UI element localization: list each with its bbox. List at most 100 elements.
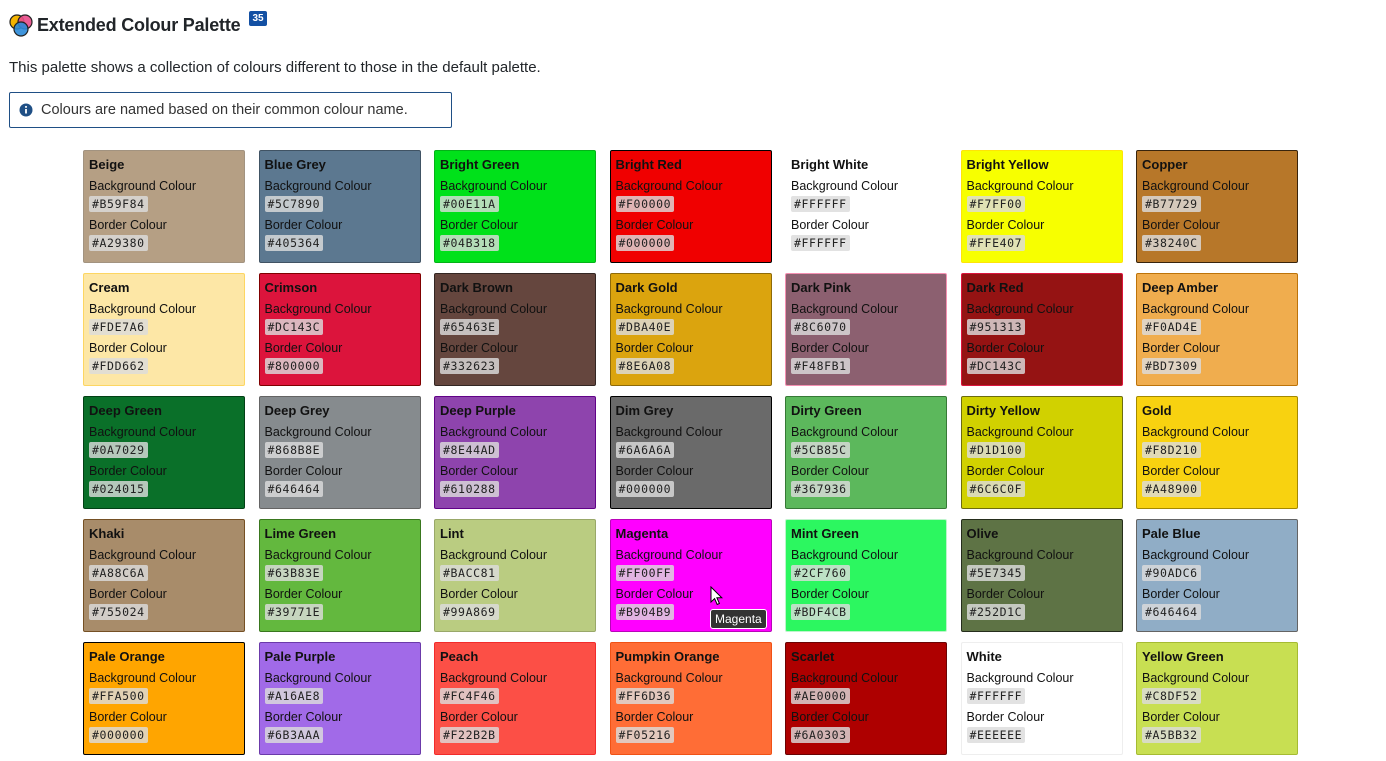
colour-card-deep-grey[interactable]: Deep Grey Background Colour #868B8E Border … [258,396,421,509]
border-colour-label: Border Colour [440,464,518,478]
colour-card-deep-green[interactable]: Deep Green Background Colour #0A7029 Border… [83,396,245,509]
border-colour-label: Border Colour [966,341,1045,355]
colour-name: Deep Grey [264,403,330,418]
colour-card-lime-green[interactable]: Lime Green Background Colour #63B83E Border… [258,519,421,632]
background-colour-label: Background Colour [264,179,372,193]
border-colour-label: Border Colour [615,464,694,478]
colour-card-copper[interactable]: Copper Background Colour #B77729 Border Col… [1136,150,1298,263]
colour-card-mint-green[interactable]: Mint Green Background Colour #2CF760 Border… [785,519,947,632]
border-colour-hex: #A5BB32 [1142,727,1201,743]
colour-card-dirty-yellow[interactable]: Dirty Yellow Background Colour #D1D100 Bord… [960,396,1123,509]
background-colour-hex: #DBA40E [615,319,675,335]
background-colour-hex: #BACC81 [440,565,499,581]
background-colour-hex: #90ADC6 [1142,565,1201,581]
border-colour-hex: #A29380 [89,235,148,251]
border-colour-hex: #800000 [264,358,324,374]
border-colour-label: Border Colour [615,218,694,232]
colour-card-blue-grey[interactable]: Blue Grey Background Colour #5C7890 Border … [258,150,421,263]
border-colour-hex: #BD7309 [1142,358,1201,374]
background-colour-label: Background Colour [1142,302,1250,316]
colour-card-peach[interactable]: Peach Background Colour #FC4F46 Border Colo… [434,642,596,755]
border-colour-hex: #04B318 [440,235,499,251]
colour-card-khaki[interactable]: Khaki Background Colour #A88C6A Border Colo… [83,519,245,632]
colour-name: Mint Green [791,526,859,541]
background-colour-hex: #00E11A [440,196,499,212]
border-colour-hex: #99A869 [440,604,499,620]
background-colour-hex: #2CF760 [791,565,850,581]
colour-name: Dark Red [966,280,1024,295]
border-colour-hex: #F22B2B [440,727,499,743]
border-colour-label: Border Colour [89,587,167,601]
background-colour-hex: #63B83E [264,565,324,581]
colour-card-dim-grey[interactable]: Dim Grey Background Colour #6A6A6A Border C… [609,396,772,509]
colour-name: Bright White [791,157,869,172]
background-colour-hex: #F00000 [615,196,675,212]
colour-card-cream[interactable]: Cream Background Colour #FDE7A6 Border Colo… [83,273,245,386]
colour-name: Peach [440,649,479,664]
colour-card-bright-green[interactable]: Bright Green Background Colour #00E11A Bord… [434,150,596,263]
colour-card-bright-red[interactable]: Bright Red Background Colour #F00000 Border… [609,150,772,263]
colour-name: Pale Purple [264,649,336,664]
colour-name: Dark Gold [615,280,678,295]
background-colour-hex: #D1D100 [966,442,1026,458]
colour-card-dirty-green[interactable]: Dirty Green Background Colour #5CB85C Borde… [785,396,947,509]
colour-card-beige[interactable]: Beige Background Colour #B59F84 Border Colo… [83,150,245,263]
colour-card-pale-purple[interactable]: Pale Purple Background Colour #A16AE8 Borde… [258,642,421,755]
background-colour-label: Background Colour [966,548,1074,562]
colour-name: Copper [1142,157,1188,172]
background-colour-hex: #F7FF00 [966,196,1026,212]
background-colour-hex: #5E7345 [966,565,1026,581]
border-colour-label: Border Colour [791,218,869,232]
background-colour-hex: #5C7890 [264,196,324,212]
background-colour-hex: #B59F84 [89,196,148,212]
colour-card-pale-orange[interactable]: Pale Orange Background Colour #FFA500 Borde… [83,642,245,755]
colour-card-white[interactable]: White Background Colour #FFFFFF Border Colo… [960,642,1123,755]
colour-card-dark-gold[interactable]: Dark Gold Background Colour #DBA40E Border … [609,273,772,386]
border-colour-label: Border Colour [264,587,343,601]
colour-card-dark-pink[interactable]: Dark Pink Background Colour #8C6070 Border … [785,273,947,386]
background-colour-hex: #B77729 [1142,196,1201,212]
background-colour-label: Background Colour [615,548,723,562]
colour-name: Dim Grey [615,403,674,418]
colour-card-scarlet[interactable]: Scarlet Background Colour #AE0000 Border Co… [785,642,947,755]
colour-card-deep-amber[interactable]: Deep Amber Background Colour #F0AD4E Border… [1136,273,1298,386]
background-colour-hex: #A88C6A [89,565,148,581]
colour-card-crimson[interactable]: Crimson Background Colour #DC143C Border Co… [258,273,421,386]
colour-card-pale-blue[interactable]: Pale Blue Background Colour #90ADC6 Border … [1136,519,1298,632]
mouse-cursor-icon [710,586,724,606]
palette-description: This palette shows a collection of colou… [9,59,541,76]
background-colour-hex: #5CB85C [791,442,850,458]
colour-name: Bright Yellow [966,157,1049,172]
colour-name: Blue Grey [264,157,326,172]
border-colour-hex: #A48900 [1142,481,1201,497]
colour-card-lint[interactable]: Lint Background Colour #BACC81 Border Colou… [434,519,596,632]
border-colour-hex: #F48FB1 [791,358,850,374]
colour-card-dark-red[interactable]: Dark Red Background Colour #951313 Border C… [960,273,1123,386]
colour-name: Deep Green [89,403,162,418]
background-colour-hex: #C8DF52 [1142,688,1201,704]
colour-card-bright-white[interactable]: Bright White Background Colour #FFFFFF Bord… [785,150,947,263]
background-colour-hex: #65463E [440,319,499,335]
colour-name: Yellow Green [1142,649,1224,664]
colour-card-deep-purple[interactable]: Deep Purple Background Colour #8E44AD Borde… [434,396,596,509]
colour-name: Lint [440,526,464,541]
colour-name: Dark Brown [440,280,513,295]
colour-card-yellow-green[interactable]: Yellow Green Background Colour #C8DF52 Bord… [1136,642,1298,755]
colour-card-bright-yellow[interactable]: Bright Yellow Background Colour #F7FF00 Bor… [960,150,1123,263]
background-colour-label: Background Colour [440,671,548,685]
colour-card-olive[interactable]: Olive Background Colour #5E7345 Border Colo… [960,519,1123,632]
colour-card-pumpkin-orange[interactable]: Pumpkin Orange Background Colour #FF6D36 Bo… [609,642,772,755]
background-colour-hex: #FC4F46 [440,688,499,704]
border-colour-hex: #000000 [89,727,148,743]
colour-card-gold[interactable]: Gold Background Colour #F8D210 Border Colou… [1136,396,1298,509]
background-colour-hex: #868B8E [264,442,324,458]
background-colour-hex: #FFFFFF [966,688,1026,704]
colour-card-dark-brown[interactable]: Dark Brown Background Colour #65463E Border… [434,273,596,386]
colour-name: White [966,649,1002,664]
border-colour-label: Border Colour [89,710,167,724]
background-colour-label: Background Colour [966,302,1074,316]
border-colour-hex: #DC143C [966,358,1026,374]
background-colour-label: Background Colour [791,548,899,562]
background-colour-hex: #8C6070 [791,319,850,335]
background-colour-hex: #8E44AD [440,442,499,458]
